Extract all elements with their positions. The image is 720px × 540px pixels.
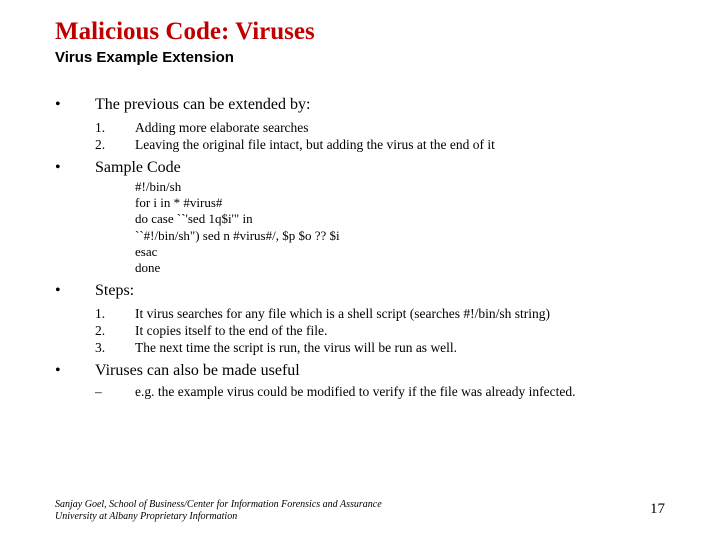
code-line: for i in * #virus# [135, 195, 665, 211]
code-line: do case ``'sed 1q$i'" in [135, 211, 665, 227]
extended-by-list: 1. Adding more elaborate searches 2. Lea… [95, 120, 665, 153]
code-line: ``#!/bin/sh") sed n #virus#/, $p $o ?? $… [135, 228, 665, 244]
bullet-text: Sample Code [95, 159, 181, 177]
list-item: 2. Leaving the original file intact, but… [95, 137, 665, 153]
item-text: It virus searches for any file which is … [135, 306, 665, 322]
bullet-text: Viruses can also be made useful [95, 362, 300, 380]
code-block: #!/bin/sh for i in * #virus# do case ``'… [135, 179, 665, 277]
useful-note: – e.g. the example virus could be modifi… [95, 384, 665, 400]
list-item: 1. Adding more elaborate searches [95, 120, 665, 136]
slide-title: Malicious Code: Viruses [55, 18, 665, 47]
bullet-sample-code: • Sample Code [55, 159, 665, 177]
bullet-text: The previous can be extended by: [95, 96, 310, 114]
list-item: 2. It copies itself to the end of the fi… [95, 323, 665, 339]
item-number: 2. [95, 323, 135, 339]
bullet-text: Steps: [95, 282, 134, 300]
slide: Malicious Code: Viruses Virus Example Ex… [0, 0, 720, 540]
item-number: 1. [95, 306, 135, 322]
bullet-steps: • Steps: [55, 282, 665, 300]
footer: Sanjay Goel, School of Business/Center f… [55, 499, 382, 522]
bullet-useful: • Viruses can also be made useful [55, 362, 665, 380]
footer-line: Sanjay Goel, School of Business/Center f… [55, 499, 382, 511]
item-number: 3. [95, 340, 135, 356]
item-text: The next time the script is run, the vir… [135, 340, 665, 356]
footer-line: University at Albany Proprietary Informa… [55, 511, 382, 523]
code-line: done [135, 260, 665, 276]
steps-list: 1. It virus searches for any file which … [95, 306, 665, 356]
slide-subtitle: Virus Example Extension [55, 49, 665, 66]
item-number: 1. [95, 120, 135, 136]
item-text: It copies itself to the end of the file. [135, 323, 665, 339]
code-line: esac [135, 244, 665, 260]
item-text: Adding more elaborate searches [135, 120, 665, 136]
dash-mark: – [95, 384, 135, 400]
item-text: Leaving the original file intact, but ad… [135, 137, 665, 153]
code-line: #!/bin/sh [135, 179, 665, 195]
bullet-mark: • [55, 362, 95, 380]
slide-body: • The previous can be extended by: 1. Ad… [55, 96, 665, 401]
bullet-mark: • [55, 282, 95, 300]
bullet-mark: • [55, 96, 95, 114]
list-item: 3. The next time the script is run, the … [95, 340, 665, 356]
list-item: 1. It virus searches for any file which … [95, 306, 665, 322]
page-number: 17 [650, 501, 665, 518]
bullet-extended-by: • The previous can be extended by: [55, 96, 665, 114]
note-text: e.g. the example virus could be modified… [135, 384, 575, 400]
bullet-mark: • [55, 159, 95, 177]
item-number: 2. [95, 137, 135, 153]
